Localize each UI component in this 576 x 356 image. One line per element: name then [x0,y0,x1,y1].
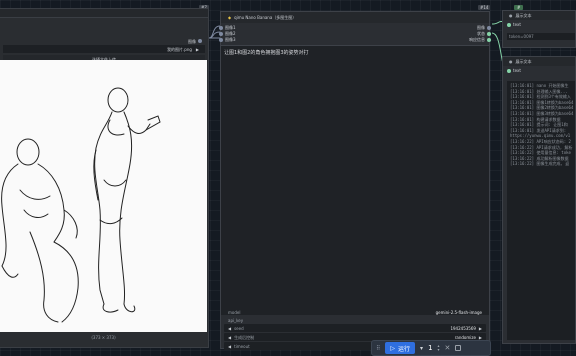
nano-banana-node[interactable]: ◆ qimu Nano Banana（多图生图） 图像1 图像2 图像3 图像 … [219,11,491,350]
input-port-dot[interactable] [219,37,223,42]
chevron-left-icon[interactable]: ◀ [228,344,231,349]
text-input-port[interactable]: text [503,20,575,29]
input-port-2[interactable]: 图像2 [219,31,236,36]
node-title-bar[interactable]: ● 展示文本 [503,57,575,66]
node-title-bar[interactable]: ◆ qimu Nano Banana（多图生图） [221,12,489,23]
image-size-label: (373 × 373) [91,335,116,340]
play-icon: ▷ [390,344,396,352]
port-label: text [513,22,521,27]
seed-field[interactable]: ◀ seed 1942453569 ▶ [224,324,486,332]
output-label: 响应信息 [469,37,485,42]
text-value-content: token=0097 [509,34,534,39]
chevron-right-icon[interactable]: ▶ [479,335,482,340]
input-label: 图像1 [225,25,236,30]
param-label: 生成后控制 [234,334,255,340]
chevron-down-icon[interactable]: ▾ [420,345,423,352]
run-label: 运行 [398,345,411,353]
chevron-left-icon[interactable]: ◀ [228,326,231,331]
show-text-node-2[interactable]: ● 展示文本 text [13:16:01] nano 开始图像生 [13:16… [502,56,576,344]
node-header[interactable] [0,9,208,18]
output-label: 状态 [477,31,485,36]
run-button[interactable]: ▷ 运行 [385,342,416,354]
output-port-2[interactable]: 状态 [477,31,491,36]
input-label: 图像2 [225,31,236,36]
text-value: token=0097 [507,33,575,40]
prompt-text: 让图1和图2的角色拥抱图3的姿势对打 [224,50,309,56]
file-value: 我的图片.png [167,46,192,52]
param-value: 1942453569 [450,325,476,331]
output-port[interactable] [198,39,202,43]
log-line: [13:16:22] 使用量信息: toke [510,150,571,156]
log-line: [13:16:01] 检测到3个有效输入 [510,94,571,100]
batch-count[interactable]: 1 [428,344,432,352]
output-label: 图像 [477,25,485,30]
api-key-field[interactable]: api_key [224,316,486,324]
run-toolbar[interactable]: ⠿ ▷ 运行 ▾ 1 ▴ ▾ ✕ [371,340,491,356]
chevron-right-icon[interactable]: ▶ [479,326,482,331]
image-output-row: 图像 [0,37,208,45]
node-title: 展示文本 [515,59,532,64]
input-port-dot[interactable] [507,68,511,73]
model-select[interactable]: model gemini-2.5-flash-image [224,308,486,316]
input-port-3[interactable]: 图像3 [219,37,236,42]
log-line: [13:16:22] API响应状态码: 2 [510,138,571,144]
param-label: seed [234,325,244,331]
collapse-dot-icon[interactable]: ● [509,13,513,18]
stepper-arrows-icon[interactable]: ▴ ▾ [438,344,440,352]
output-label: 图像 [188,38,196,44]
node-title: qimu Nano Banana（多图生图） [234,15,297,20]
output-port-dot[interactable] [487,37,491,42]
output-port-3[interactable]: 响应信息 [469,37,491,42]
chevron-left-icon[interactable]: ◀ [228,335,231,340]
node-title: 展示文本 [515,13,532,18]
banana-icon: ◆ [228,15,232,20]
image-preview [0,60,207,332]
param-value: randomize [454,334,476,340]
output-port-dot[interactable] [487,25,491,30]
param-label: api_key [228,317,244,323]
node-title-bar[interactable]: ● 展示文本 [503,11,575,20]
port-label: text [513,68,521,73]
log-line: [13:16:01] nano 开始图像生 [510,83,569,88]
log-line: [13:16:01] 提示词: 让图1和 [510,122,568,128]
chevron-right-icon[interactable]: ▶ [196,47,199,52]
input-port-dot[interactable] [219,31,223,36]
stop-icon[interactable] [455,345,462,351]
show-text-node-1[interactable]: ● 展示文本 text token=0097 [502,10,576,48]
input-port-dot[interactable] [219,25,223,30]
input-label: 图像3 [225,37,236,42]
param-label: timeout [234,343,250,349]
figure-sketch-image [1,87,161,323]
output-port-dot[interactable] [487,31,491,36]
param-label: model [228,309,241,315]
collapse-dot-icon[interactable]: ● [509,59,513,64]
param-value: gemini-2.5-flash-image [435,309,482,315]
prompt-textarea[interactable]: 让图1和图2的角色拥抱图3的姿势对打 [221,45,489,315]
input-port-dot[interactable] [507,22,511,27]
text-input-port[interactable]: text [503,66,575,75]
drag-handle-icon[interactable]: ⠿ [376,345,380,352]
node-id-badge: #14 [478,5,491,10]
image-file-select[interactable]: 我的图片.png ▶ [3,45,205,53]
close-icon[interactable]: ✕ [445,344,451,352]
log-line: [13:16:22] 图像生成完成, 返 [510,161,570,167]
input-port-1[interactable]: 图像1 [219,25,236,30]
log-line: [13:16:01] 图像3转换为base64 [510,110,574,116]
log-output[interactable]: [13:16:01] nano 开始图像生 [13:16:01] 处理输入图像.… [507,81,575,340]
output-port-1[interactable]: 图像 [477,25,491,30]
